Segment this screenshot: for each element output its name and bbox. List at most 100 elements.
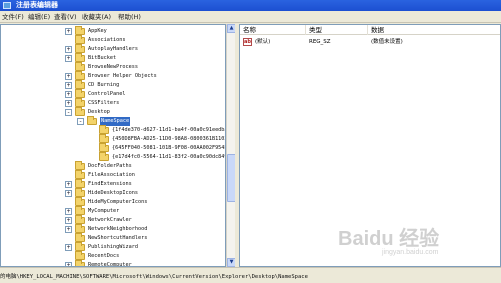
expand-toggle-icon[interactable]: + [65,208,72,215]
folder-icon [75,161,85,170]
tree-item[interactable]: + CD Burning [1,80,225,90]
expand-toggle-icon[interactable]: + [65,73,72,80]
title-bar: 注册表编辑器 [0,0,501,11]
tree-item-label: MyComputer [88,208,120,214]
folder-icon [75,251,85,260]
column-header-name[interactable]: 名称 [240,25,306,35]
tree-item[interactable]: {645FF040-5081-101B-9F08-00AA002F954E} [1,143,226,153]
menu-favorites[interactable]: 收藏夹(A) [82,12,111,22]
tree-item-label: Associations [88,37,126,43]
tree-item-label: BrowseNewProcess [88,64,138,70]
tree-item[interactable]: DocFolderPaths [1,161,225,171]
regedit-app-icon [3,2,11,9]
folder-icon [75,215,85,224]
tree-item-label: NetworkNeighborhood [88,226,148,232]
tree-item-label: {645FF040-5081-101B-9F08-00AA002F954E} [112,145,226,151]
folder-icon [87,116,97,125]
expand-toggle-icon[interactable]: + [65,244,72,251]
folder-icon [99,152,109,161]
column-header-type[interactable]: 类型 [306,25,368,35]
tree-item-label: FileAssociation [88,172,135,178]
tree-item[interactable]: + FindExtensions [1,179,225,189]
registry-key-tree[interactable]: + AppKey Associations + AutoplayHandlers + Bit… [0,24,226,267]
tree-item[interactable]: + Browser Helper Objects [1,71,225,81]
tree-item[interactable]: HideMyComputerIcons [1,197,225,207]
status-key-path: 的电脑\HKEY_LOCAL_MACHINE\SOFTWARE\Microsof… [0,274,308,280]
expand-toggle-icon[interactable]: + [65,100,72,107]
tree-item[interactable]: + NetworkNeighborhood [1,224,225,234]
folder-icon [75,224,85,233]
menu-edit[interactable]: 编辑(E) [28,12,50,22]
tree-item-label: NewShortcutHandlers [88,235,148,241]
tree-item[interactable]: Associations [1,35,225,45]
menu-help[interactable]: 帮助(H) [118,12,141,22]
tree-item-label: {1f4de370-d627-11d1-ba4f-00a0c91eedba} [112,127,226,133]
folder-icon [75,26,85,35]
tree-item[interactable]: - Desktop [1,107,225,117]
tree-item[interactable]: BrowseNewProcess [1,62,225,72]
folder-icon [75,62,85,71]
tree-item-label: BitBucket [88,55,117,61]
tree-item[interactable]: + NetworkCrawler [1,215,225,225]
tree-item[interactable]: {e17d4fc0-5564-11d1-83f2-00a0c90dc849} [1,152,226,162]
tree-item-label: FindExtensions [88,181,132,187]
tree-item[interactable]: + BitBucket [1,53,225,63]
tree-item[interactable]: + PublishingWizard [1,242,225,252]
menu-bar: 文件(F) 编辑(E) 查看(V) 收藏夹(A) 帮助(H) [0,11,501,23]
value-type: REG_SZ [309,39,331,45]
folder-icon [75,89,85,98]
expand-toggle-icon[interactable]: + [65,226,72,233]
expand-toggle-icon[interactable]: + [65,181,72,188]
menu-file[interactable]: 文件(F) [2,12,24,22]
menu-view[interactable]: 查看(V) [54,12,77,22]
tree-item-label: RecentDocs [88,253,120,259]
watermark-brand: Baidu 经验 [338,228,440,250]
expand-toggle-icon[interactable]: + [65,91,72,98]
status-bar: 的电脑\HKEY_LOCAL_MACHINE\SOFTWARE\Microsof… [0,267,501,283]
tree-item-label: DocFolderPaths [88,163,132,169]
tree-item-label: CSSFilters [88,100,120,106]
expand-toggle-icon[interactable]: + [65,82,72,89]
tree-item[interactable]: RecentDocs [1,251,225,261]
tree-item[interactable]: + ControlPanel [1,89,225,99]
tree-vertical-scrollbar[interactable]: ▲ ▼ [226,24,236,267]
tree-item[interactable]: {450D8FBA-AD25-11D0-98A8-0800361B1103} [1,134,226,144]
tree-item[interactable]: + HideDesktopIcons [1,188,225,198]
folder-icon [75,44,85,53]
value-row-default[interactable]: ab (默认) REG_SZ (数值未设置) [240,37,500,47]
folder-icon [99,134,109,143]
folder-icon [99,125,109,134]
tree-item[interactable]: + AutoplayHandlers [1,44,225,54]
expand-toggle-icon[interactable]: + [65,190,72,197]
expand-toggle-icon[interactable]: + [65,46,72,53]
folder-icon [99,143,109,152]
tree-item-label: {450D8FBA-AD25-11D0-98A8-0800361B1103} [112,136,226,142]
tree-item[interactable]: + MyComputer [1,206,225,216]
tree-item[interactable]: + AppKey [1,26,225,36]
folder-icon [75,107,85,116]
collapse-toggle-icon[interactable]: - [65,109,72,116]
column-header-data[interactable]: 数据 [368,25,500,35]
tree-item-label: HideMyComputerIcons [88,199,148,205]
folder-icon [75,98,85,107]
folder-icon [75,179,85,188]
tree-item[interactable]: NewShortcutHandlers [1,233,225,243]
folder-icon [75,206,85,215]
list-header: 名称 类型 数据 [240,25,500,35]
tree-item[interactable]: FileAssociation [1,170,225,180]
expand-toggle-icon[interactable]: + [65,217,72,224]
tree-item-label: HideDesktopIcons [88,190,138,196]
expand-toggle-icon[interactable]: + [65,28,72,35]
value-data: (数值未设置) [371,39,403,45]
tree-item-label: Browser Helper Objects [88,73,157,79]
tree-item-label: {e17d4fc0-5564-11d1-83f2-00a0c90dc849} [112,154,226,160]
folder-icon [75,188,85,197]
folder-icon [75,197,85,206]
tree-item[interactable]: + CSSFilters [1,98,225,108]
expand-toggle-icon[interactable]: + [65,55,72,62]
tree-item[interactable]: {1f4de370-d627-11d1-ba4f-00a0c91eedba} [1,125,226,135]
folder-icon [75,35,85,44]
collapse-toggle-icon[interactable]: - [77,118,84,125]
tree-item[interactable]: - NameSpace [1,116,225,126]
baidu-watermark: Baidu 经验 jingyan.baidu.com [338,222,498,262]
